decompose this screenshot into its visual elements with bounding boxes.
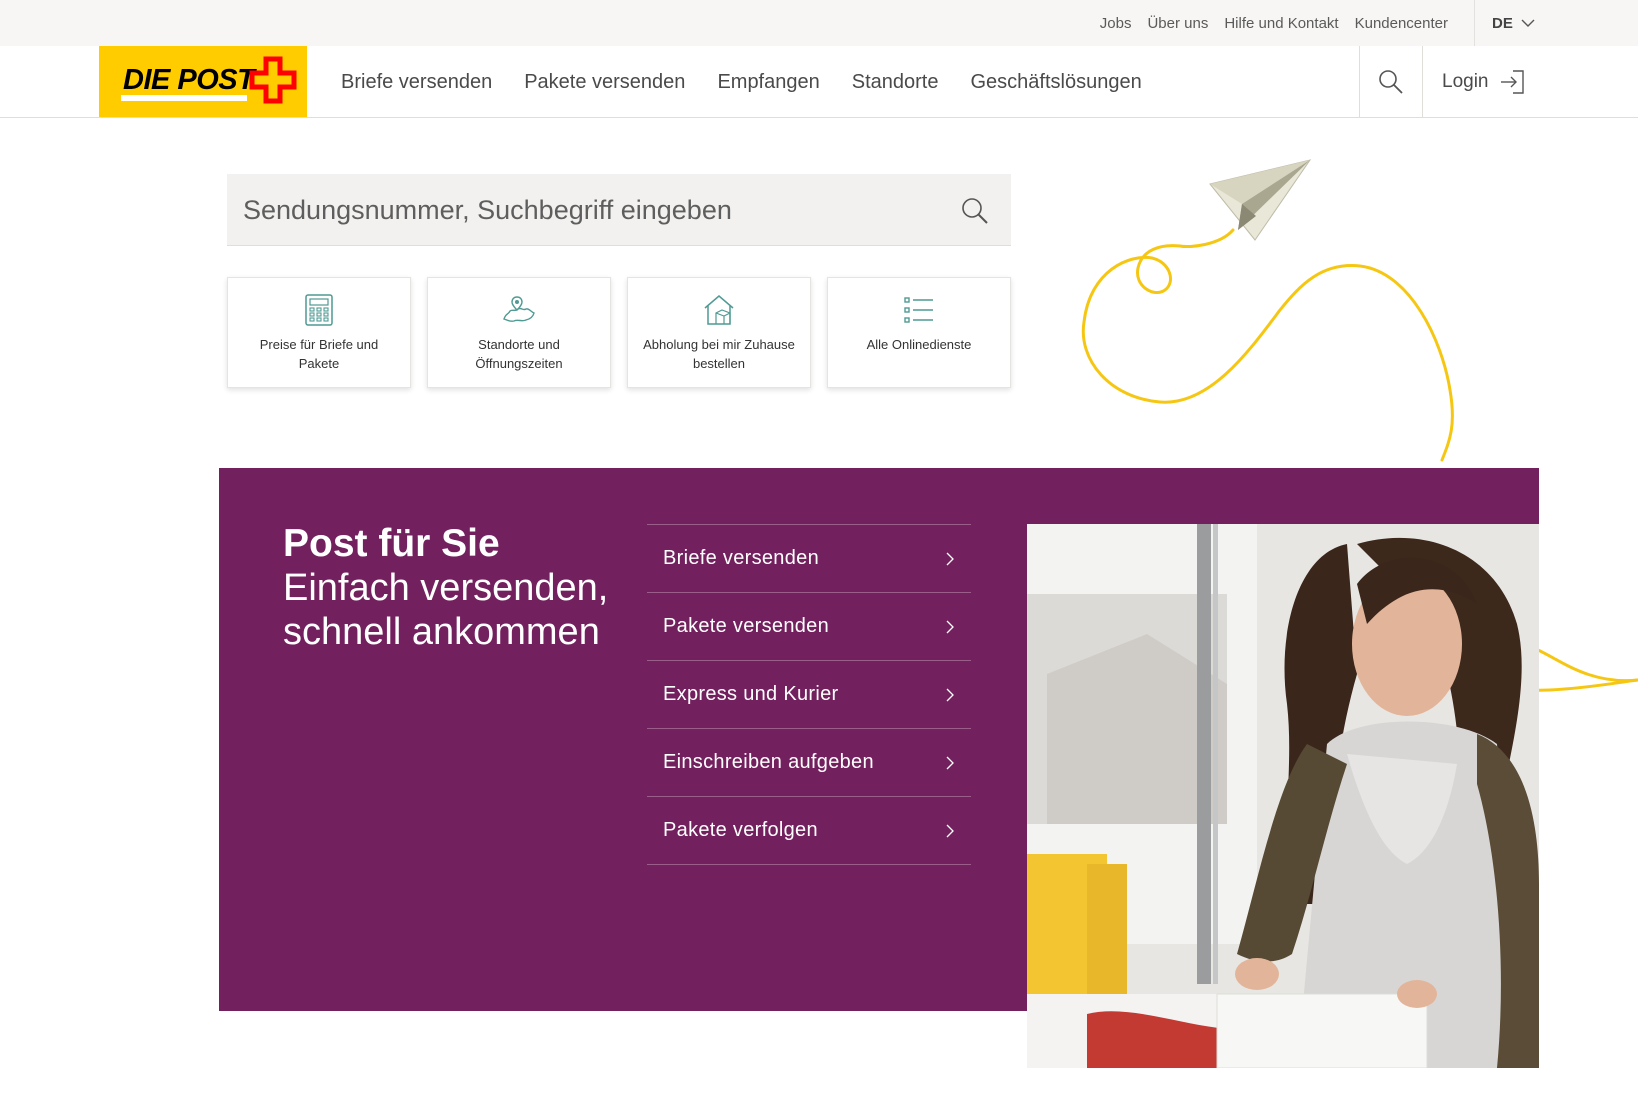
meta-link-jobs[interactable]: Jobs	[1100, 15, 1132, 32]
hero-link-pakete-versenden[interactable]: Pakete versenden	[647, 593, 971, 661]
house-pickup-icon	[704, 295, 734, 325]
swiss-cross-icon	[249, 56, 297, 104]
search-submit-icon[interactable]	[960, 196, 990, 226]
tile-locations[interactable]: Standorte und Öffnungszeiten	[427, 277, 611, 388]
nav-item-pakete-versenden[interactable]: Pakete versenden	[524, 71, 685, 94]
language-label: DE	[1492, 14, 1513, 32]
hero-photo	[1027, 524, 1539, 1068]
tile-pickup[interactable]: Abholung bei mir Zuhause bestellen	[627, 277, 811, 388]
chevron-right-icon	[946, 824, 954, 837]
map-location-icon	[503, 296, 535, 322]
die-post-logo[interactable]: DIE POST	[99, 46, 307, 117]
hero-link-label: Einschreiben aufgeben	[663, 751, 874, 773]
hero-link-pakete-verfolgen[interactable]: Pakete verfolgen	[647, 797, 971, 865]
main-nav: Briefe versenden Pakete versenden Empfan…	[341, 46, 1142, 118]
search-input[interactable]	[243, 188, 923, 232]
hero-subtitle: Einfach versenden, schnell ankommen	[283, 567, 609, 653]
meta-link-about[interactable]: Über uns	[1147, 15, 1208, 32]
calculator-icon	[305, 294, 333, 326]
nav-item-empfangen[interactable]: Empfangen	[717, 71, 819, 94]
hero-link-express-kurier[interactable]: Express und Kurier	[647, 661, 971, 729]
language-selector[interactable]: DE	[1492, 0, 1535, 46]
hero-link-einschreiben[interactable]: Einschreiben aufgeben	[647, 729, 971, 797]
quick-links: Preise für Briefe und Pakete Standorte u…	[227, 277, 1011, 388]
logo-text: DIE POST	[123, 64, 255, 96]
chevron-down-icon	[1521, 19, 1535, 27]
hero-link-label: Briefe versenden	[663, 547, 820, 569]
tile-label: Preise für Briefe und Pakete	[259, 337, 379, 371]
tile-label: Standorte und Öffnungszeiten	[475, 337, 563, 371]
chevron-right-icon	[946, 756, 954, 769]
chevron-right-icon	[946, 688, 954, 701]
header-search-button[interactable]	[1359, 46, 1423, 118]
hero-link-label: Pakete verfolgen	[663, 819, 818, 841]
hero-link-list: Briefe versenden Pakete versenden Expres…	[647, 524, 971, 865]
shipment-search-box	[227, 174, 1011, 246]
meta-link-customer-center[interactable]: Kundencenter	[1355, 15, 1448, 32]
paper-plane-icon	[1209, 159, 1312, 241]
login-button[interactable]: Login	[1442, 46, 1525, 118]
nav-item-standorte[interactable]: Standorte	[852, 71, 939, 94]
login-label: Login	[1442, 71, 1489, 92]
tile-label: Abholung bei mir Zuhause bestellen	[643, 337, 795, 371]
hero-link-label: Express und Kurier	[663, 683, 839, 705]
nav-item-geschaeftsloesungen[interactable]: Geschäftslösungen	[970, 71, 1141, 94]
search-icon	[1379, 70, 1403, 94]
woman-packing-parcel-image	[1027, 524, 1539, 1068]
hero-link-briefe-versenden[interactable]: Briefe versenden	[647, 525, 971, 593]
tile-prices[interactable]: Preise für Briefe und Pakete	[227, 277, 411, 388]
tile-label: Alle Onlinedienste	[866, 337, 972, 352]
meta-nav: Jobs Über uns Hilfe und Kontakt Kundence…	[1100, 0, 1448, 46]
list-icon	[904, 297, 933, 323]
nav-item-briefe-versenden[interactable]: Briefe versenden	[341, 71, 492, 94]
hero-title: Post für Sie	[283, 522, 500, 565]
chevron-right-icon	[946, 620, 954, 633]
login-icon	[1500, 70, 1524, 94]
chevron-right-icon	[946, 552, 954, 565]
hero-link-label: Pakete versenden	[663, 615, 830, 637]
meta-divider	[1474, 0, 1475, 46]
tile-online-services[interactable]: Alle Onlinedienste	[827, 277, 1011, 388]
meta-link-help-contact[interactable]: Hilfe und Kontakt	[1224, 15, 1338, 32]
